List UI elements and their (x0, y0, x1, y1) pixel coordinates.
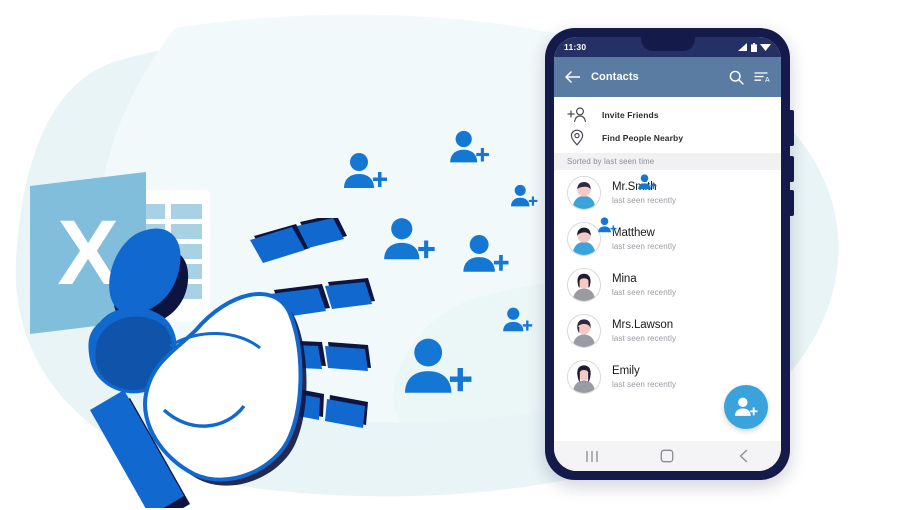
contact-info: Mrs.Lawson last seen recently (612, 319, 676, 343)
add-contact-fab[interactable] (724, 385, 768, 429)
contact-status: last seen recently (612, 334, 677, 344)
search-icon[interactable] (729, 70, 744, 85)
status-time: 11:30 (564, 42, 587, 52)
quick-action-label: Find People Nearby (602, 132, 684, 143)
sort-band: Sorted by last seen time (554, 153, 781, 170)
add-person-icon-5 (463, 234, 510, 276)
add-person-icon-1 (344, 152, 388, 192)
avatar (567, 268, 601, 302)
back-arrow-icon[interactable] (565, 71, 580, 83)
avatar (567, 314, 601, 348)
robot-hand-illustration (88, 218, 375, 508)
status-bar: 11:30 (554, 37, 781, 57)
quick-actions: Invite Friends Find People Nearby (554, 97, 781, 153)
quick-action-find-people-nearby[interactable]: Find People Nearby (554, 126, 781, 149)
contact-status: last seen recently (612, 380, 677, 390)
contact-row[interactable]: Mina last seen recently (554, 262, 781, 308)
phone-side-button-volume-down[interactable] (789, 190, 794, 216)
app-bar: Contacts A (554, 57, 781, 97)
contacts-list[interactable]: Mr.Smith last seen recently Matthew last… (554, 170, 781, 441)
contact-status: last seen recently (612, 196, 677, 206)
contact-name: Emily (612, 364, 640, 377)
avatar (567, 176, 601, 210)
phone-mockup: 11:30 Contacts A Invite Friends Find Peo… (545, 28, 794, 480)
status-icons (738, 42, 771, 52)
svg-text:A: A (765, 77, 770, 84)
add-person-filled-icon (734, 397, 757, 416)
contact-row[interactable]: Matthew last seen recently (554, 216, 781, 262)
avatar (567, 360, 601, 394)
add-person-icon-6 (503, 307, 533, 334)
home-icon[interactable] (642, 441, 692, 471)
contact-name: Mrs.Lawson (612, 318, 673, 331)
contact-name: Mina (612, 272, 637, 285)
phone-screen: 11:30 Contacts A Invite Friends Find Peo… (554, 37, 781, 471)
battery-icon (751, 42, 757, 52)
quick-action-label: Invite Friends (602, 109, 659, 120)
location-pin-icon (567, 129, 589, 146)
avatar (567, 222, 601, 256)
contact-status: last seen recently (612, 288, 677, 298)
recents-icon[interactable] (567, 441, 617, 471)
sort-band-label: Sorted by last seen time (567, 157, 655, 166)
add-person-icon-4 (384, 217, 436, 264)
phone-notch (640, 37, 695, 51)
contact-info: Mina last seen recently (612, 273, 676, 297)
app-bar-title: Contacts (591, 71, 639, 83)
add-person-icon-2 (450, 130, 490, 166)
add-person-icon-3 (511, 184, 538, 209)
phone-side-button-power[interactable] (789, 110, 794, 146)
wifi-icon (760, 44, 771, 51)
phone-side-button-volume-up[interactable] (789, 156, 794, 182)
quick-action-invite-friends[interactable]: Invite Friends (554, 103, 781, 126)
add-person-outline-icon (567, 107, 589, 122)
signal-icon (738, 43, 747, 51)
add-person-icon-7 (405, 337, 473, 399)
contact-row[interactable]: Mrs.Lawson last seen recently (554, 308, 781, 354)
contact-info: Emily last seen recently (612, 365, 676, 389)
add-person-badge-icon (598, 217, 617, 234)
android-nav-bar (554, 441, 781, 471)
contact-name: Matthew (612, 226, 655, 239)
add-person-badge-icon (638, 174, 657, 191)
back-icon[interactable] (718, 441, 768, 471)
contact-row[interactable]: Mr.Smith last seen recently (554, 170, 781, 216)
contact-status: last seen recently (612, 242, 677, 252)
sort-alpha-icon[interactable]: A (754, 70, 770, 84)
contact-info: Matthew last seen recently (612, 227, 676, 251)
illustration-scene: X 11:30 Contacts A Invite Friends Find P… (0, 0, 910, 510)
